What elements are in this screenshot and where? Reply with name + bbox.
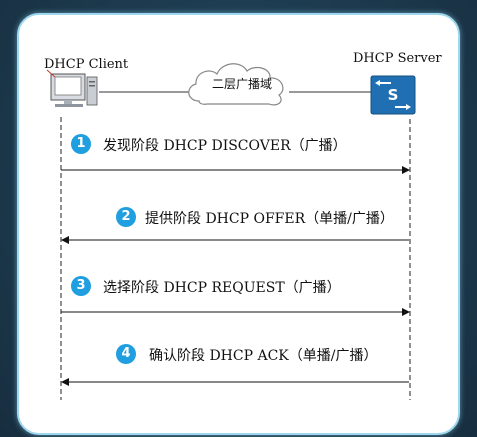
svg-text:S: S — [388, 86, 399, 104]
network-label: 二层广播域 — [211, 77, 272, 91]
step-3-label: 选择阶段 DHCP REQUEST（广播） — [103, 280, 341, 296]
client-label: DHCP Client — [44, 57, 129, 72]
computer-icon — [46, 69, 98, 107]
step-4-badge: 4 — [116, 344, 136, 364]
step-3-badge: 3 — [71, 276, 91, 296]
step-1-badge: 1 — [71, 134, 91, 154]
step-1-label: 发现阶段 DHCP DISCOVER（广播） — [103, 138, 347, 154]
server-label: DHCP Server — [353, 51, 442, 66]
step-4-label: 确认阶段 DHCP ACK（单播/广播） — [149, 348, 378, 364]
diagram-card: S DHCP Client DHCP Server 二层广播域 1 发现阶段 D… — [17, 13, 460, 435]
step-2-label: 提供阶段 DHCP OFFER（单播/广播） — [145, 211, 394, 227]
switch-icon: S — [370, 75, 416, 115]
step-2-badge: 2 — [116, 207, 136, 227]
